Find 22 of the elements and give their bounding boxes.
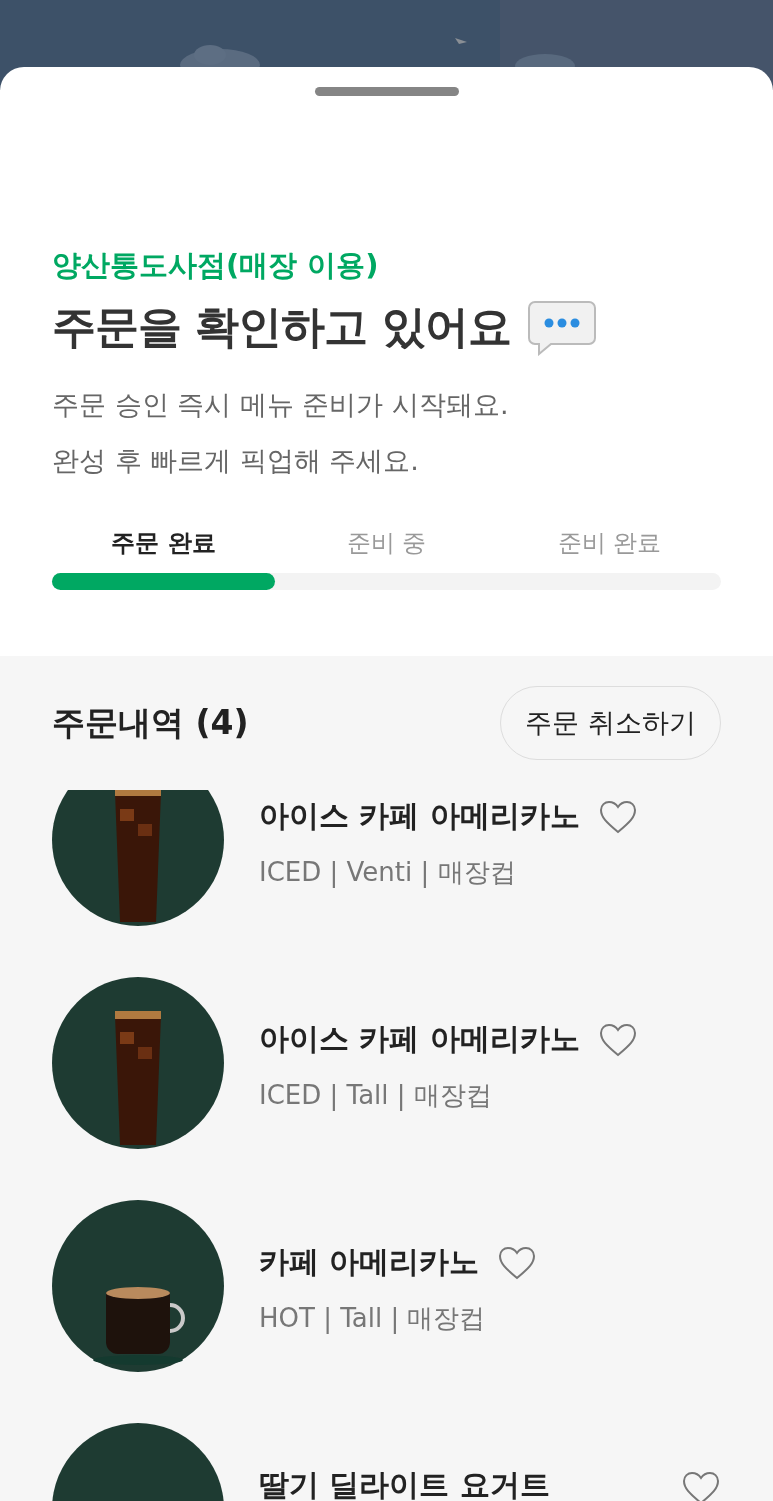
menu-name: 아이스 카페 아메리카노 (259, 797, 580, 835)
progress-step: 준비 중 (275, 527, 498, 559)
store-name: 양산통도사점(매장 이용) (52, 247, 380, 284)
heart-icon[interactable] (597, 798, 638, 835)
heart-icon[interactable] (597, 1021, 638, 1058)
menu-options: HOT | Tall | 매장컵 (259, 1301, 721, 1336)
menu-name: 딸기 딜라이트 요거트 (259, 1466, 550, 1501)
speech-bubble-icon (526, 299, 597, 356)
progress-step: 주문 완료 (52, 527, 275, 559)
heart-icon[interactable] (497, 1244, 538, 1281)
drag-handle[interactable] (314, 87, 459, 96)
status-description: 완성 후 빠르게 픽업해 주세요. (52, 444, 420, 478)
status-title: 주문을 확인하고 있어요 (52, 300, 511, 354)
menu-options: ICED | Tall | 매장컵 (259, 1078, 721, 1113)
order-history-heading: 주문내역 (4) (52, 701, 249, 744)
progress-step: 준비 완료 (498, 527, 721, 559)
menu-name: 아이스 카페 아메리카노 (259, 1020, 580, 1058)
status-description: 주문 승인 즉시 메뉴 준비가 시작돼요. (52, 388, 510, 422)
heart-icon[interactable] (681, 1470, 721, 1501)
menu-name: 카페 아메리카노 (259, 1243, 480, 1281)
menu-options: ICED | Venti | 매장컵 (259, 855, 721, 890)
cancel-order-button[interactable]: 주문 취소하기 (500, 686, 721, 760)
